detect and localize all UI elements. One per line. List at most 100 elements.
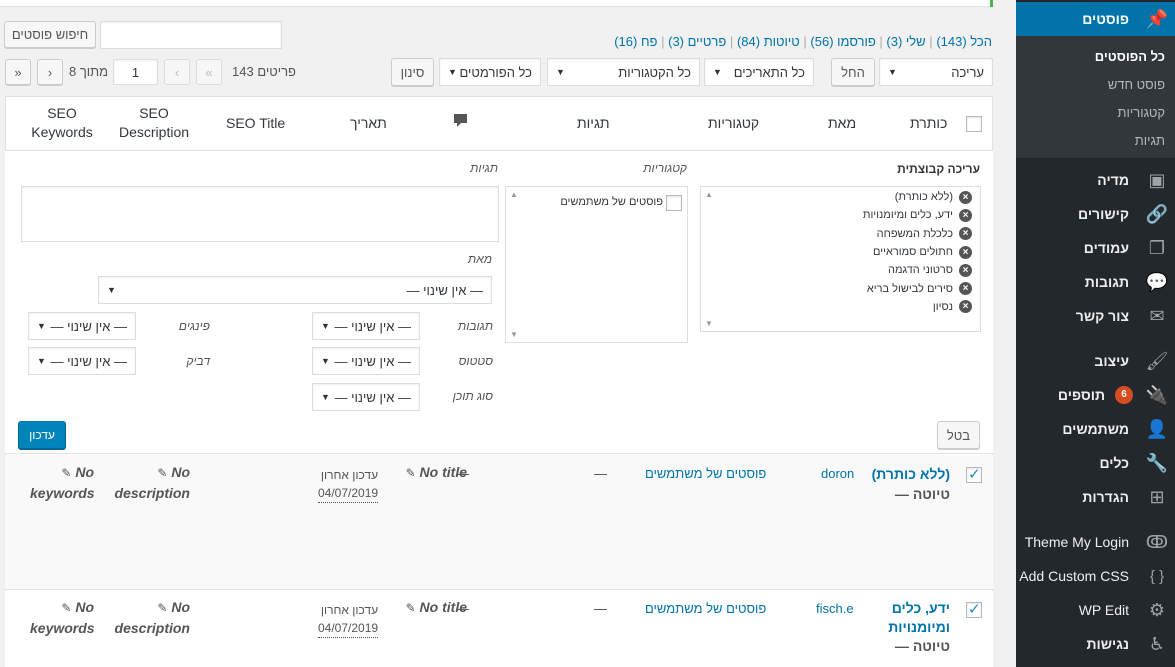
dates-select[interactable]: ▼ כל התאריכים [704,58,814,86]
prev-page-button[interactable]: ‹ [164,59,190,85]
remove-circle-icon[interactable]: × [959,263,972,277]
menu-appearance[interactable]: עיצוב 🖌 [1016,344,1175,378]
menu-links[interactable]: קישורים 🔗 [1016,197,1175,231]
scroll-up-arrow[interactable]: ▲ [705,190,713,199]
comment-bubble-icon[interactable] [453,113,468,134]
media-icon: ▣ [1148,169,1166,190]
filter-button[interactable]: סינון [391,58,434,86]
bulk-status-label: סטטוס [458,354,493,368]
categories-scrollbar[interactable]: ▲ ▼ [507,188,521,341]
filter-all[interactable]: הכל (143) [936,34,992,49]
titles-scrollbar[interactable]: ▲ ▼ [702,188,716,330]
post-title-link[interactable]: ידע, כלים ומיומנויות [888,600,950,635]
select-all-checkbox[interactable] [966,116,982,132]
bulk-comments-select[interactable]: ▼ — אין שינוי — [312,312,420,340]
cancel-button[interactable]: בטל [937,421,980,449]
dates-value: כל התאריכים [733,64,805,80]
row-checkbox[interactable] [966,465,982,483]
remove-circle-icon[interactable]: × [959,245,972,259]
menu-media[interactable]: מדיה ▣ [1016,163,1175,197]
menu-media-label: מדיה [1097,172,1129,188]
row-seo-description[interactable]: ✎ No description [110,597,190,638]
search-input[interactable] [100,21,282,49]
menu-add-custom-css-label: Add Custom CSS [1019,568,1129,584]
seo-title-value: No title [419,464,467,480]
bulk-edit-title-list: (ללא כותרת) × ידע, כלים ומיומנויות × כלכלת… [732,188,972,316]
row-category[interactable]: פוסטים של משתמשים [645,466,766,481]
scroll-down-arrow[interactable]: ▼ [705,319,713,328]
row-checkbox[interactable] [966,600,982,618]
filter-published[interactable]: פורסמו (56) [810,34,875,49]
row-seo-title[interactable]: ✎ No title [406,597,467,618]
date-value: 04/07/2019 [318,619,379,638]
row-author[interactable]: fisch.e [816,601,854,616]
last-page-button[interactable]: » [5,59,31,85]
list-item-label: סרטוני הדגמה [887,264,953,277]
category-option-checkbox[interactable] [666,195,682,211]
row-seo-title[interactable]: ✎ No title [406,462,467,483]
current-page-input[interactable]: 1 [113,59,158,85]
bulk-format-select[interactable]: ▼ — אין שינוי — [312,383,420,411]
column-title[interactable]: כותרת [910,114,947,133]
top-bar-edge [0,0,993,7]
row-category[interactable]: פוסטים של משתמשים [645,601,766,616]
next-page-button[interactable]: › [37,59,63,85]
submenu-new-post[interactable]: פוסט חדש [1108,77,1165,92]
menu-wp-edit[interactable]: WP Edit ⚙ [1016,593,1175,627]
mail-icon: ✉ [1149,305,1165,326]
row-seo-keywords[interactable]: ✎ No keywords [30,597,95,638]
menu-contact[interactable]: צור קשר ✉ [1016,299,1175,333]
submenu-tags[interactable]: תגיות [1135,133,1165,148]
filter-trash[interactable]: פח (16) [614,34,657,49]
list-item-label: סירים לבישול בריא [866,282,953,295]
categories-select[interactable]: ▼ כל הקטגוריות [547,58,700,86]
menu-add-custom-css[interactable]: Add Custom CSS { } [1016,559,1175,593]
bulk-tags-textarea[interactable] [21,186,499,242]
apply-button[interactable]: החל [831,58,875,86]
row-seo-description[interactable]: ✎ No description [110,462,190,503]
menu-accessibility[interactable]: נגישות ♿ [1016,627,1175,661]
scroll-down-arrow[interactable]: ▼ [510,330,518,339]
status-filters: הכל (143) | שלי (3) | פורסמו (56) | טיוט… [614,34,992,49]
menu-settings[interactable]: הגדרות ⊞ [1016,480,1175,514]
menu-plugins[interactable]: תוספים 6 🔌 [1016,378,1175,412]
menu-comments[interactable]: תגובות 💬 [1016,265,1175,299]
post-title-link[interactable]: (ללא כותרת) [840,464,950,484]
menu-theme-my-login[interactable]: Theme My Login ↂ [1016,525,1175,559]
filter-drafts[interactable]: טיוטות (84) [737,34,800,49]
row-seo-keywords[interactable]: ✎ No keywords [30,462,95,503]
menu-tools[interactable]: כלים 🔧 [1016,446,1175,480]
submenu-all-posts[interactable]: כל הפוסטים [1095,49,1165,64]
remove-circle-icon[interactable]: × [959,208,972,222]
menu-pages[interactable]: עמודים ❐ [1016,231,1175,265]
filter-mine[interactable]: שלי (3) [886,34,925,49]
menu-users[interactable]: משתמשים 👤 [1016,412,1175,446]
search-posts-button[interactable]: חיפוש פוסטים [4,21,96,48]
menu-posts[interactable]: פוסטים 📌 [1016,2,1175,36]
bulk-action-select[interactable]: ▼ עריכה [879,58,993,86]
remove-circle-icon[interactable]: × [959,282,972,296]
submenu-categories[interactable]: קטגוריות [1118,105,1165,120]
update-button[interactable]: עדכון [18,421,66,449]
column-date[interactable]: תאריך [350,114,387,133]
bulk-comments-value: — אין שינוי — [334,318,411,334]
admin-sidebar: פוסטים 📌 כל הפוסטים פוסט חדש קטגוריות תג… [1016,0,1175,667]
list-item: סרטוני הדגמה × [732,261,972,279]
filter-private[interactable]: פרטיים (3) [668,34,726,49]
plugins-update-badge: 6 [1115,386,1133,404]
appearance-icon: 🖌 [1145,350,1169,371]
formats-select[interactable]: ▼ כל הפורמטים [439,58,541,86]
row-author[interactable]: doron [821,466,854,481]
menu-contact-label: צור קשר [1075,308,1129,324]
bulk-status-select[interactable]: ▼ — אין שינוי — [312,347,420,375]
chevron-down-icon: ▼ [713,67,722,77]
remove-circle-icon[interactable]: × [959,227,972,241]
bulk-author-select[interactable]: ▼ — אין שינוי — [98,276,492,304]
bulk-pings-select[interactable]: ▼ — אין שינוי — [28,312,136,340]
list-item-label: ידע, כלים ומיומנויות [862,209,953,222]
bulk-sticky-select[interactable]: ▼ — אין שינוי — [28,347,136,375]
scroll-up-arrow[interactable]: ▲ [510,190,518,199]
remove-circle-icon[interactable]: × [959,190,972,204]
first-page-button[interactable]: « [196,59,222,85]
remove-circle-icon[interactable]: × [959,300,972,314]
